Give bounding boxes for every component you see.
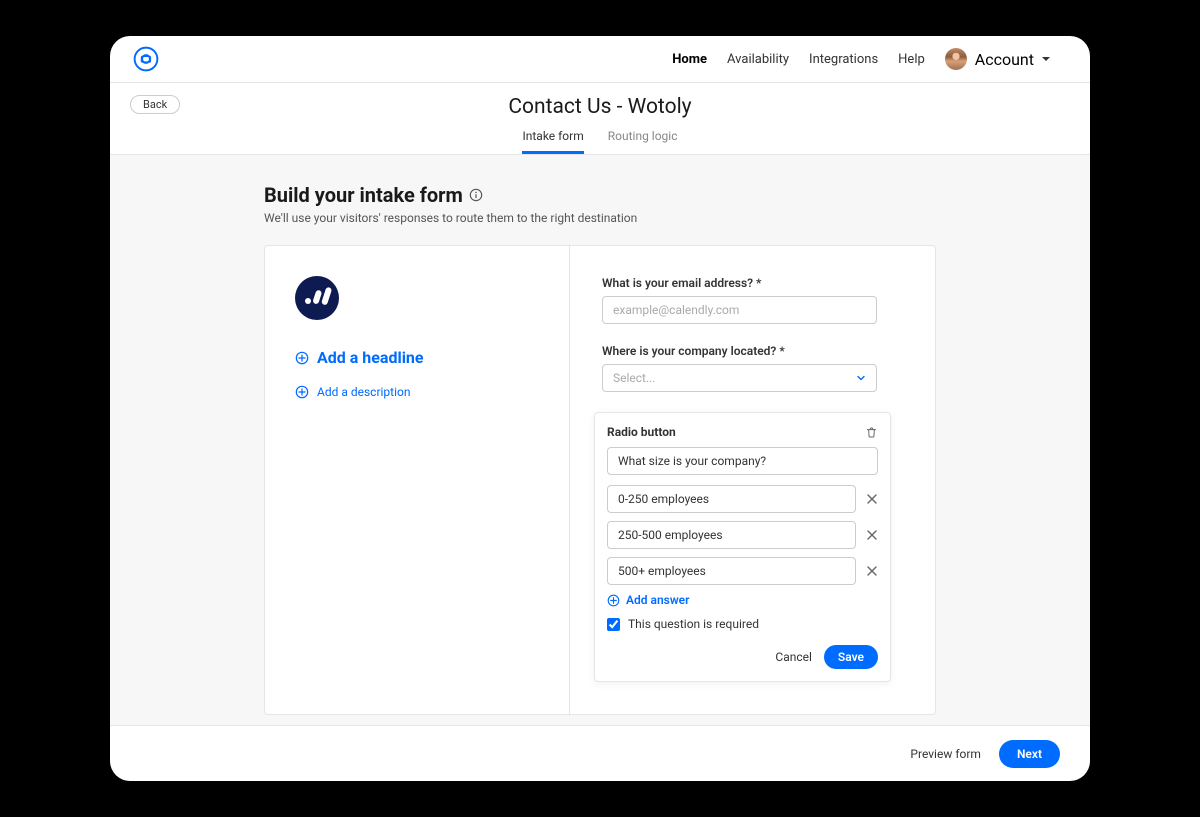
nav-integrations[interactable]: Integrations [809,52,878,67]
nav-home[interactable]: Home [672,52,707,67]
option-input-2[interactable] [607,557,856,585]
avatar [945,48,967,70]
section-title-text: Build your intake form [264,183,463,207]
add-headline-label: Add a headline [317,348,424,367]
location-label: Where is your company located? * [602,344,903,358]
question-editor: Radio button [594,412,891,682]
nav-links: Home Availability Integrations Help Acco… [280,48,1070,70]
account-menu[interactable]: Account [945,48,1050,70]
brand-avatar [295,276,339,320]
nav-availability[interactable]: Availability [727,52,789,67]
required-checkbox[interactable] [607,618,620,631]
plus-circle-icon [295,351,309,365]
option-row [607,521,878,549]
email-field: What is your email address? * [602,276,903,324]
builder-card: Add a headline Add a description What is… [264,245,936,715]
close-icon[interactable] [866,529,878,541]
option-input-0[interactable] [607,485,856,513]
option-row [607,557,878,585]
editor-actions: Cancel Save [607,645,878,669]
close-icon[interactable] [866,565,878,577]
required-label: This question is required [628,617,759,631]
plus-circle-icon [607,594,620,607]
trash-icon[interactable] [865,426,878,439]
back-button[interactable]: Back [130,95,180,114]
option-row [607,485,878,513]
add-description-button[interactable]: Add a description [295,385,539,399]
builder-right-column: What is your email address? * Where is y… [570,246,935,714]
add-answer-label: Add answer [626,593,689,607]
location-field: Where is your company located? * Select.… [602,344,903,392]
close-icon[interactable] [866,493,878,505]
plus-circle-icon [295,385,309,399]
section-title: Build your intake form [264,183,936,207]
email-input[interactable] [602,296,877,324]
location-placeholder: Select... [613,371,655,385]
email-label: What is your email address? * [602,276,903,290]
question-text-input[interactable] [607,447,878,475]
add-description-label: Add a description [317,385,411,399]
footer: Preview form Next [110,725,1090,781]
cancel-button[interactable]: Cancel [775,650,812,664]
tabs: Intake form Routing logic [130,129,1070,154]
section-subtitle: We'll use your visitors' responses to ro… [264,211,936,225]
editor-type-label: Radio button [607,425,676,439]
main: Build your intake form We'll use your vi… [110,155,1090,725]
logo-wrap [130,45,280,73]
location-select[interactable]: Select... [602,364,877,392]
save-button[interactable]: Save [824,645,878,669]
tab-intake-form[interactable]: Intake form [522,129,583,154]
chevron-down-icon [856,373,866,383]
required-row[interactable]: This question is required [607,617,878,631]
editor-header: Radio button [607,425,878,439]
option-input-1[interactable] [607,521,856,549]
app-window: Home Availability Integrations Help Acco… [110,36,1090,781]
chevron-down-icon [1042,57,1050,61]
next-button[interactable]: Next [999,740,1060,768]
nav-help[interactable]: Help [898,52,925,67]
account-label: Account [975,50,1034,69]
preview-form-link[interactable]: Preview form [910,747,981,761]
page-title: Contact Us - Wotoly [130,95,1070,119]
header: Back Contact Us - Wotoly Intake form Rou… [110,83,1090,155]
tab-routing-logic[interactable]: Routing logic [608,129,678,154]
add-answer-button[interactable]: Add answer [607,593,878,607]
builder-left-column: Add a headline Add a description [265,246,570,714]
add-headline-button[interactable]: Add a headline [295,348,539,367]
topnav: Home Availability Integrations Help Acco… [110,36,1090,83]
info-icon[interactable] [469,188,483,202]
calendly-logo-icon [132,45,160,73]
